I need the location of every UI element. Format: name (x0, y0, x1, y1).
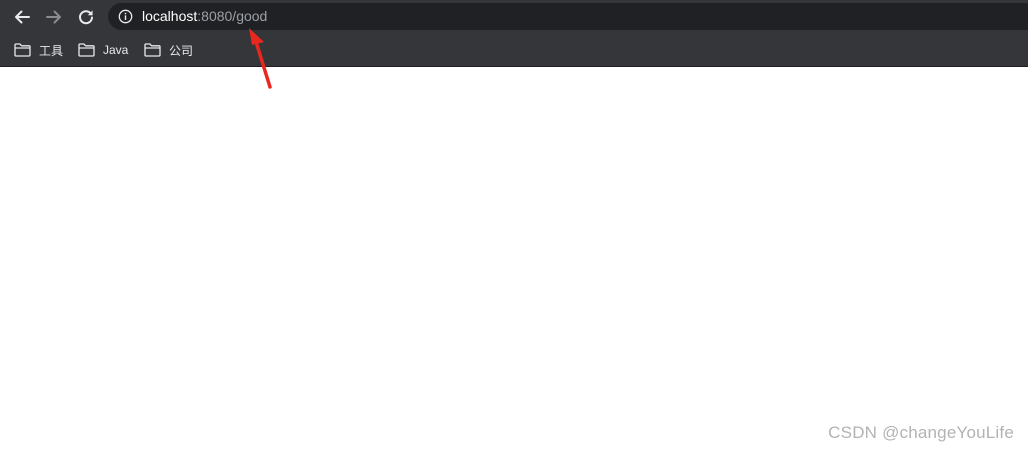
info-icon[interactable] (118, 9, 133, 24)
url-port-path: :8080/good (197, 8, 268, 24)
watermark-text: CSDN @changeYouLife (828, 423, 1014, 442)
bookmark-folder-company[interactable]: 公司 (144, 41, 193, 59)
bookmark-folder-tools[interactable]: 工具 (14, 41, 63, 59)
bookmark-folder-java[interactable]: Java (78, 41, 128, 59)
back-button[interactable] (9, 4, 35, 30)
browser-toolbar: localhost:8080/good (0, 0, 1028, 33)
annotation-arrow (249, 28, 272, 89)
url-host: localhost (142, 8, 198, 24)
bookmark-label: Java (103, 43, 129, 57)
browser-chrome: localhost:8080/good 工具 Java 公司 (0, 0, 1028, 67)
url-text[interactable]: localhost:8080/good (142, 8, 267, 25)
forward-button[interactable] (41, 4, 67, 30)
arrow-left-icon (15, 10, 30, 24)
bookmark-label: 工具 (39, 43, 64, 58)
bookmark-label: 公司 (169, 43, 194, 58)
folder-icon (144, 43, 161, 57)
folder-icon (78, 43, 95, 57)
reload-button[interactable] (73, 4, 99, 30)
address-bar[interactable]: localhost:8080/good (108, 3, 1028, 30)
bookmarks-bar: 工具 Java 公司 (0, 33, 1028, 67)
reload-icon (79, 10, 93, 25)
folder-icon (14, 43, 31, 57)
arrow-right-icon (46, 10, 61, 24)
